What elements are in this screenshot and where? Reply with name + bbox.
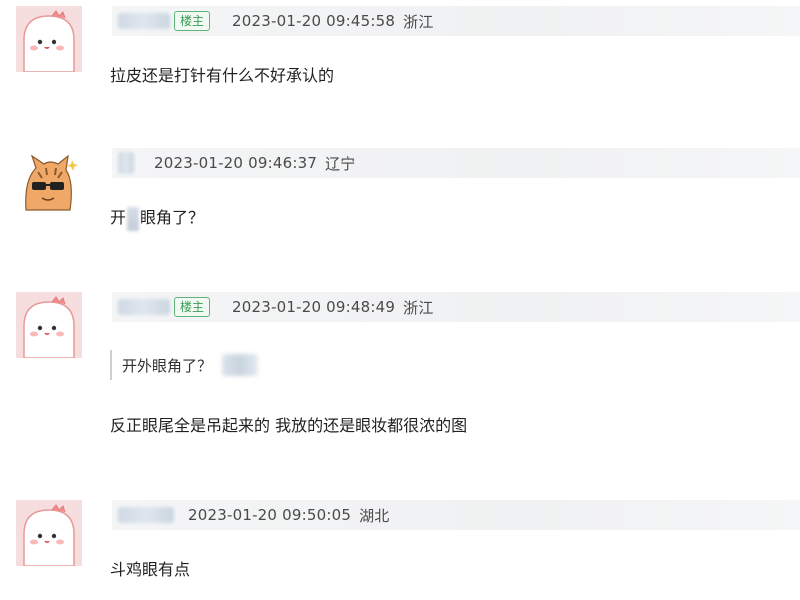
pink-blob-avatar-icon (16, 292, 82, 358)
avatar[interactable] (16, 6, 82, 72)
comment-timestamp: 2023-01-20 09:50:05 (188, 506, 352, 524)
comment-timestamp: 2023-01-20 09:48:49 (232, 298, 396, 316)
comment-text: 斗鸡眼有点 (110, 560, 191, 579)
cat-sunglasses-avatar-icon (16, 150, 82, 216)
comment-location: 湖北 (359, 506, 390, 525)
avatar[interactable] (16, 150, 82, 216)
comment-location: 辽宁 (325, 154, 356, 173)
comment-text-part: 眼角了？ (140, 208, 205, 227)
comment-timestamp: 2023-01-20 09:46:37 (154, 154, 318, 172)
comment-location: 浙江 (403, 298, 434, 317)
comment-text: 反正眼尾全是吊起来的 我放的还是眼妆都很浓的图 (110, 416, 468, 435)
comment-meta-bar: 2023-01-20 09:46:37 辽宁 (112, 148, 800, 178)
comment-text: 开眼角了？ (110, 204, 204, 231)
op-badge: 楼主 (174, 11, 211, 31)
comment-meta-bar: 楼主 2023-01-20 09:45:58 浙江 (112, 6, 800, 36)
comment-location: 浙江 (403, 12, 434, 31)
username-blurred[interactable] (118, 299, 170, 315)
comment-text: 拉皮还是打针有什么不好承认的 (110, 66, 335, 85)
pink-blob-avatar-icon (16, 6, 82, 72)
quoted-reply: 开外眼角了？ (110, 350, 259, 380)
comment-timestamp: 2023-01-20 09:45:58 (232, 12, 396, 30)
op-badge: 楼主 (174, 297, 211, 317)
username-blurred[interactable] (118, 152, 134, 174)
username-blurred[interactable] (118, 13, 170, 29)
comment-text-part: 开 (110, 208, 127, 227)
username-blurred[interactable] (118, 507, 174, 523)
quote-author-blurred (222, 354, 259, 376)
redacted-char (127, 206, 140, 231)
quote-text: 开外眼角了？ (122, 356, 213, 375)
comment-meta-bar: 楼主 2023-01-20 09:48:49 浙江 (112, 292, 800, 322)
pink-blob-avatar-icon (16, 500, 82, 566)
avatar[interactable] (16, 292, 82, 358)
avatar[interactable] (16, 500, 82, 566)
comment-meta-bar: 2023-01-20 09:50:05 湖北 (112, 500, 800, 530)
